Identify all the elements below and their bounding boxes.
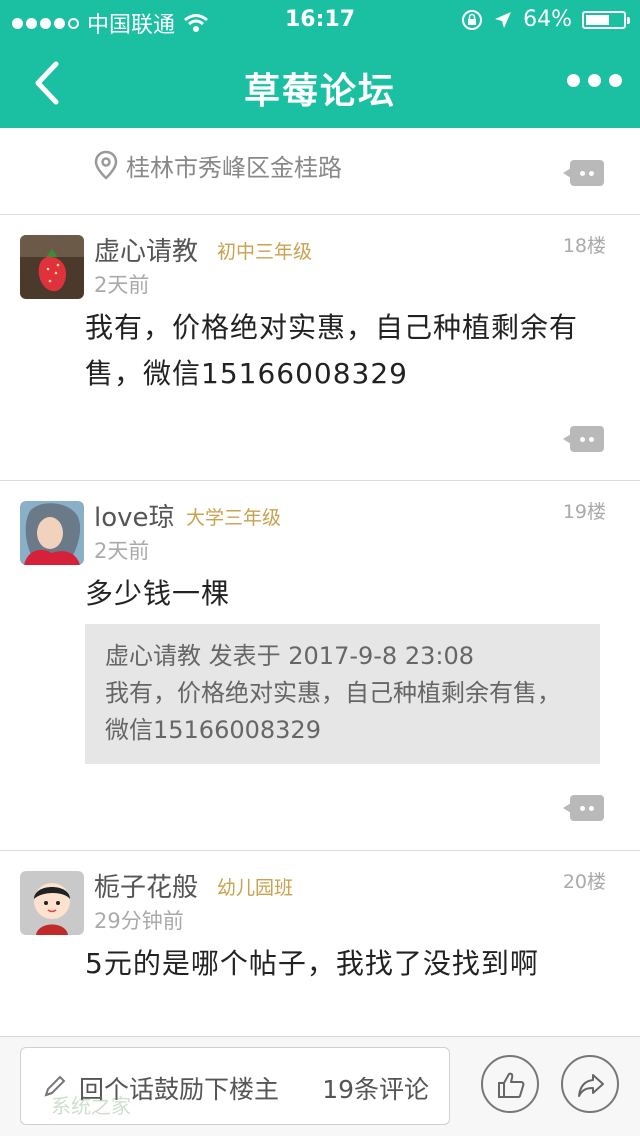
reply-post: 虚心请教 初中三年级 18楼 2天前 我有，价格绝对实惠，自己种植剩余有售，微信… [0,215,640,481]
location-pin-icon [94,150,118,180]
battery-icon [582,10,630,29]
avatar[interactable] [20,235,84,299]
location-section: 桂林市秀峰区金桂路 [0,128,640,215]
post-time: 29分钟前 [94,909,184,933]
username[interactable]: 栀子花般 [94,867,198,904]
comment-count[interactable]: 19条评论 [322,1070,429,1106]
nav-bar: 草莓论坛 [0,40,640,128]
status-bar: 中国联通 16:17 64% [0,0,640,40]
floor-number: 19楼 [562,501,606,523]
reply-post: love琼 大学三年级 19楼 2天前 多少钱一棵 虚心请教 发表于 2017-… [0,481,640,851]
location-text: 桂林市秀峰区金桂路 [126,154,342,182]
post-content: 我有，价格绝对实惠，自己种植剩余有售，微信15166008329 [85,311,579,390]
watermark: 系统之家 [51,1094,131,1118]
reply-input[interactable]: 回个话鼓励下楼主 19条评论 系统之家 [20,1047,450,1125]
bottom-bar: 回个话鼓励下楼主 19条评论 系统之家 [0,1036,640,1136]
status-right: 64% [461,7,630,32]
page-title: 草莓论坛 [243,71,396,112]
post-time: 2天前 [94,539,150,563]
user-level: 幼儿园班 [217,877,294,899]
like-button[interactable] [481,1055,539,1113]
user-level: 大学三年级 [186,507,282,529]
comment-button[interactable] [563,160,604,186]
username[interactable]: 虚心请教 [94,231,198,268]
battery-fill [586,14,610,25]
quote-header: 虚心请教 发表于 2017-9-8 23:08 [105,642,474,670]
post-time: 2天前 [94,273,150,297]
reply-post: 栀子花般 幼儿园班 20楼 29分钟前 5元的是哪个帖子，我找了没找到啊 [0,851,640,1036]
quote-body: 我有，价格绝对实惠，自己种植剩余有售，微信15166008329 [105,679,561,744]
floor-number: 20楼 [562,871,606,893]
more-menu-icon[interactable] [567,74,622,87]
user-level: 初中三年级 [217,241,313,263]
avatar[interactable] [20,501,84,565]
avatar[interactable] [20,871,84,935]
share-arrow-icon [578,1074,604,1097]
floor-number: 18楼 [562,235,606,257]
comment-button[interactable] [563,795,604,821]
share-button[interactable] [561,1055,619,1113]
thumbs-up-icon [498,1072,525,1098]
rotation-lock-icon [462,9,483,30]
username[interactable]: love琼 [94,497,175,534]
post-content: 5元的是哪个帖子，我找了没找到啊 [85,947,539,980]
post-content: 多少钱一棵 [85,577,231,610]
quoted-reply: 虚心请教 发表于 2017-9-8 23:08 我有，价格绝对实惠，自己种植剩余… [85,624,600,764]
comment-button[interactable] [563,426,604,452]
battery-percent: 64% [523,7,572,32]
location-arrow-icon [495,11,512,28]
